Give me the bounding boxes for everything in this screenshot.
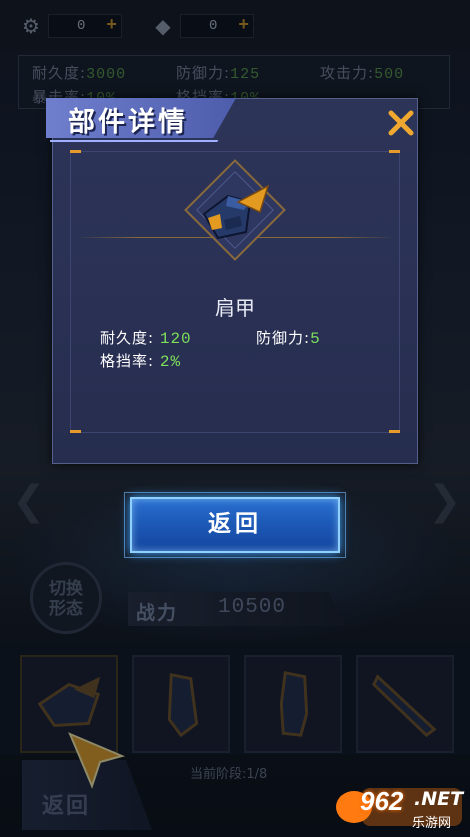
watermark-site-name: 乐游网 — [412, 816, 452, 831]
attr-defense: 防御力:5 — [256, 329, 321, 348]
shoulder-armor-icon — [202, 184, 270, 240]
frame-corner — [389, 150, 400, 153]
frame-corner — [70, 430, 81, 433]
part-name: 肩甲 — [215, 296, 255, 320]
close-icon[interactable] — [386, 108, 416, 138]
watermark-number: 962 — [360, 786, 404, 816]
frame-corner — [70, 150, 81, 153]
frame-corner — [389, 430, 400, 433]
attr-block-rate: 格挡率: 2% — [100, 352, 182, 371]
return-button[interactable]: 返回 — [130, 497, 340, 553]
watermark-suffix: .NET — [414, 788, 464, 810]
modal-title: 部件详情 — [68, 107, 188, 138]
attr-durability: 耐久度: 120 — [100, 329, 192, 348]
